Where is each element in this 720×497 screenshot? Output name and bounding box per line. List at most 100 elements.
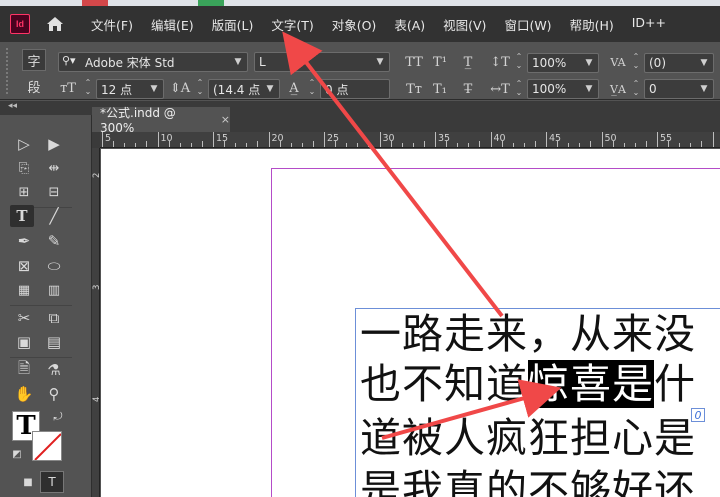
ellipse-tool-icon[interactable]: ⬭	[42, 255, 66, 277]
horizontal-scale-field[interactable]: 100% ▼	[527, 79, 599, 99]
ruler-tick	[512, 143, 514, 147]
document-canvas[interactable]: 一路走来，从来没 也不知道惊喜是什 道被人疯狂担心是 是我真的不够好还 0	[101, 149, 720, 497]
selection-tool-icon[interactable]: ▷	[12, 133, 36, 155]
chevron-down-icon[interactable]: ▼	[231, 55, 245, 69]
kerning-field[interactable]: (0) ▼	[644, 53, 714, 73]
leading-icon: ⇕A	[169, 80, 191, 96]
pen-tool-icon[interactable]: ✒	[12, 230, 36, 252]
vertical-ruler[interactable]: 2345	[92, 148, 100, 497]
page-tool-icon[interactable]: ⎘	[12, 157, 36, 179]
rectangle-frame-tool-icon[interactable]: ⊠	[12, 255, 36, 277]
tools-divider	[10, 305, 72, 306]
tracking-field[interactable]: 0 点	[320, 79, 390, 99]
container-mode-icon[interactable]: ■	[16, 471, 40, 493]
strikethrough-icon[interactable]: T̶	[458, 79, 478, 99]
baseline-stepper[interactable]: ⌃ ⌄	[630, 79, 642, 97]
tools-panel-header[interactable]: ◂◂	[0, 101, 92, 115]
tracking-va-icon: V̲A	[610, 82, 626, 96]
font-size-value: 12 点	[101, 82, 133, 97]
gradient-swatch-tool-icon[interactable]: ▣	[12, 331, 36, 353]
gap-tool-icon[interactable]: ⇹	[42, 157, 66, 179]
leading-stepper[interactable]: ⌃ ⌄	[194, 78, 206, 96]
ruler-tick	[634, 143, 636, 147]
ruler-tick	[102, 132, 103, 147]
superscript-icon[interactable]: T¹	[430, 52, 450, 72]
vertical-scale-field[interactable]: 100% ▼	[527, 53, 599, 73]
line-tool-icon[interactable]: ╱	[42, 205, 66, 227]
stroke-none-swatch[interactable]	[32, 431, 62, 461]
note-tool-icon[interactable]: 🗎	[12, 359, 36, 381]
ruler-tick	[579, 143, 581, 147]
default-colors-icon[interactable]: ◩	[10, 447, 24, 461]
menu-idplusplus[interactable]: ID++	[623, 15, 675, 34]
ruler-tick	[257, 141, 259, 147]
chevron-down-icon[interactable]: ▼	[147, 82, 161, 96]
table-tool-icon[interactable]: ▦	[12, 279, 36, 301]
ruler-tick	[379, 132, 381, 147]
menu-table[interactable]: 表(A)	[385, 15, 434, 34]
chevron-down-icon[interactable]: ▼	[582, 82, 596, 96]
tracking-stepper[interactable]: ⌃ ⌄	[306, 78, 318, 96]
character-mode-button[interactable]: 字	[22, 49, 46, 71]
menu-object[interactable]: 对象(O)	[323, 15, 386, 34]
menu-file[interactable]: 文件(F)	[82, 15, 142, 34]
vertical-scale-stepper[interactable]: ⌃ ⌄	[513, 52, 525, 70]
pencil-tool-icon[interactable]: ✎	[42, 230, 66, 252]
content-collector-icon[interactable]: ⊞	[12, 181, 36, 203]
horizontal-scale-stepper[interactable]: ⌃ ⌄	[513, 79, 525, 97]
text-line-2[interactable]: 也不知道惊喜是什	[360, 359, 696, 409]
chevron-down-icon[interactable]: ▼	[373, 55, 387, 69]
all-caps-icon[interactable]: TT	[404, 52, 424, 72]
close-icon[interactable]: ×	[221, 113, 230, 126]
menu-type[interactable]: 文字(T)	[262, 15, 322, 34]
underline-icon[interactable]: T̲	[458, 52, 478, 72]
small-caps-icon[interactable]: Tᴛ	[404, 79, 424, 99]
chevron-down-icon[interactable]: ▼	[697, 56, 711, 70]
home-icon[interactable]	[46, 15, 64, 33]
type-tool-icon[interactable]: T	[10, 205, 34, 227]
kerning-stepper[interactable]: ⌃ ⌄	[630, 52, 642, 70]
font-size-field[interactable]: 12 点 ▼	[96, 79, 164, 99]
chevron-down-icon[interactable]: ▼	[582, 56, 596, 70]
grid-tool-icon[interactable]: ▥	[42, 279, 66, 301]
content-placer-icon[interactable]: ⊟	[42, 181, 66, 203]
text-line-1[interactable]: 一路走来，从来没	[360, 309, 696, 359]
kerning-value: (0)	[649, 56, 666, 70]
direct-selection-tool-icon[interactable]: ▶	[42, 133, 66, 155]
panel-grip[interactable]	[6, 48, 12, 94]
document-tab[interactable]: *公式.indd @ 300% ×	[92, 106, 230, 135]
hand-tool-icon[interactable]: ✋	[12, 383, 36, 405]
font-family-field[interactable]: ⚲▾ Adobe 宋体 Std ▼	[58, 52, 248, 72]
menu-view[interactable]: 视图(V)	[434, 15, 495, 34]
horizontal-ruler[interactable]: 5 10 15 20 25 30 35 40 45 50 55	[100, 132, 720, 148]
ruler-tick	[712, 132, 714, 147]
chevron-down-icon[interactable]: ▼	[697, 82, 711, 96]
text-line-4[interactable]: 是我真的不够好还	[360, 465, 696, 497]
gradient-feather-tool-icon[interactable]: ▤	[42, 331, 66, 353]
swap-colors-icon[interactable]: ⤾	[50, 409, 66, 425]
zoom-tool-icon[interactable]: ⚲	[42, 383, 66, 405]
leading-field[interactable]: (14.4 点 ▼	[208, 79, 280, 99]
ruler-origin[interactable]	[92, 132, 100, 148]
font-style-field[interactable]: L ▼	[254, 52, 390, 72]
subscript-icon[interactable]: T₁	[430, 79, 450, 99]
text-format-mode-icon[interactable]: T	[40, 471, 64, 493]
baseline-field[interactable]: 0 ▼	[644, 79, 714, 99]
ruler-label: 5	[105, 133, 112, 144]
menu-window[interactable]: 窗口(W)	[495, 15, 560, 34]
eyedropper-tool-icon[interactable]: ⚗	[42, 359, 66, 381]
text-frame[interactable]: 一路走来，从来没 也不知道惊喜是什 道被人疯狂担心是 是我真的不够好还 0	[355, 308, 720, 497]
menu-help[interactable]: 帮助(H)	[561, 15, 623, 34]
scissors-tool-icon[interactable]: ✂	[12, 307, 36, 329]
font-size-stepper[interactable]: ⌃ ⌄	[82, 78, 94, 96]
text-anchor-marker[interactable]: 0	[691, 408, 705, 422]
collapse-icon[interactable]: ◂◂	[8, 101, 17, 111]
menu-edit[interactable]: 编辑(E)	[142, 15, 203, 34]
paragraph-mode-button[interactable]: 段	[22, 75, 46, 97]
free-transform-tool-icon[interactable]: ⧉	[42, 307, 66, 329]
menu-layout[interactable]: 版面(L)	[203, 15, 263, 34]
search-icon: ⚲▾	[62, 54, 76, 67]
chevron-down-icon[interactable]: ▼	[263, 82, 277, 96]
text-line-3[interactable]: 道被人疯狂担心是	[360, 413, 696, 463]
selected-text[interactable]: 惊喜是	[528, 360, 654, 408]
